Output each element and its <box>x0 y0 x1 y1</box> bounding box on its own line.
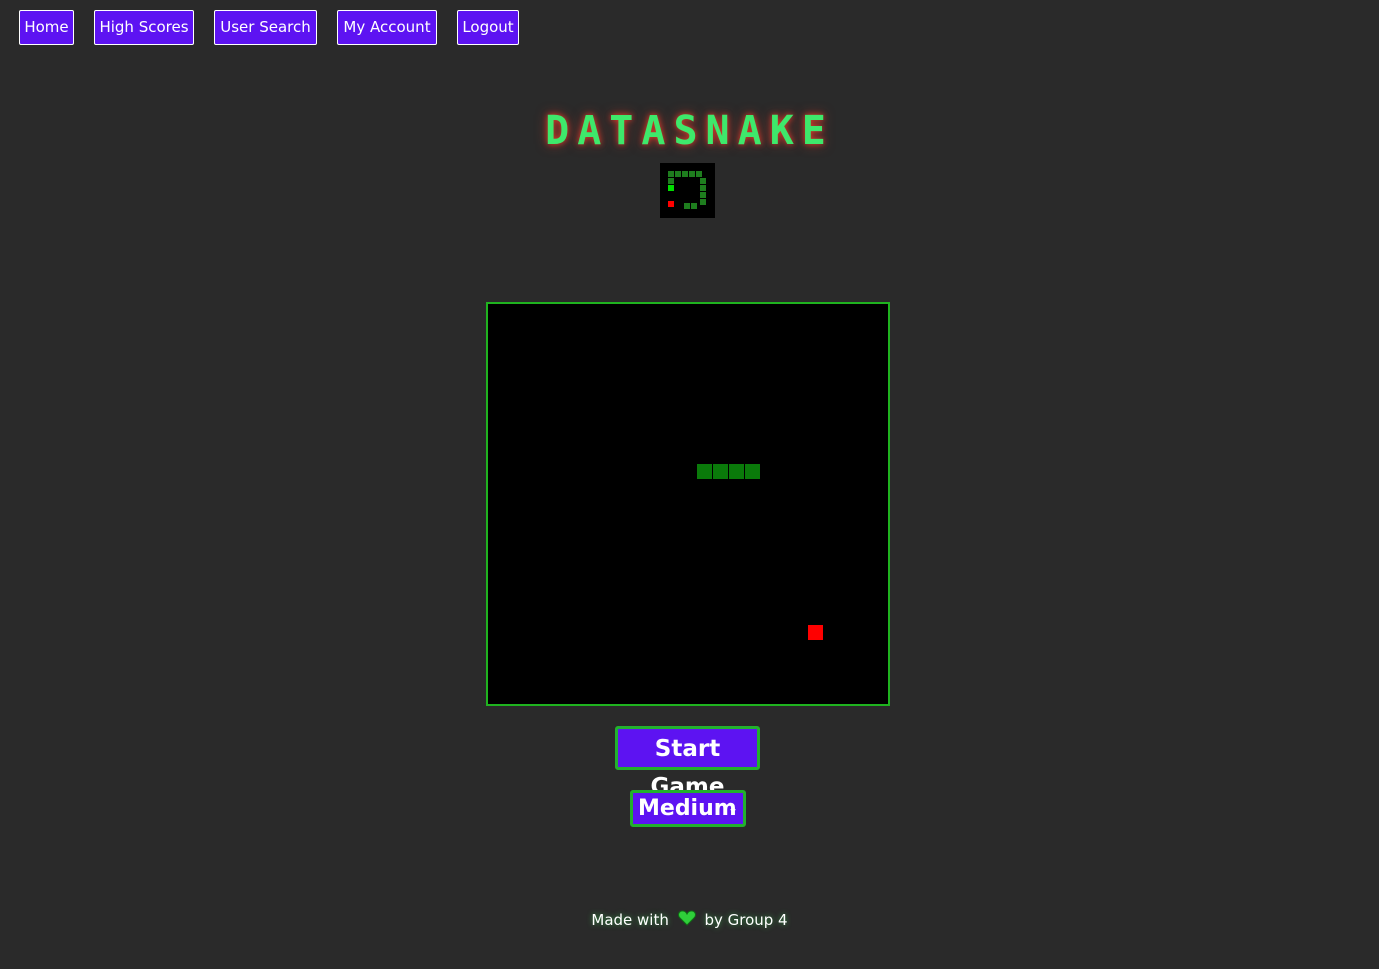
snake-segment <box>713 464 728 479</box>
nav-user-search-button[interactable]: User Search <box>214 10 317 45</box>
logo-head-cell <box>668 185 674 191</box>
logo-cell <box>689 171 695 177</box>
page: Home High Scores User Search My Account … <box>0 0 1379 969</box>
logo-cell <box>684 203 690 209</box>
page-title: DATASNAKE <box>545 108 834 154</box>
logo-cell <box>691 203 697 209</box>
logo-cell <box>700 199 706 205</box>
logo-cell <box>696 171 702 177</box>
logo-cell <box>675 171 681 177</box>
food-item <box>808 625 823 640</box>
snake-segment <box>745 464 760 479</box>
logo-apple-cell <box>668 201 674 207</box>
top-nav: Home High Scores User Search My Account … <box>0 0 1379 60</box>
heart-icon <box>677 909 696 932</box>
game-board[interactable] <box>486 302 890 706</box>
difficulty-select[interactable]: Medium ⌄ <box>630 790 746 827</box>
footer-prefix: Made with <box>591 911 669 929</box>
nav-logout-button[interactable]: Logout <box>457 10 519 45</box>
logo-cell <box>668 171 674 177</box>
nav-high-scores-button[interactable]: High Scores <box>94 10 194 45</box>
footer: Made with by Group 4 <box>0 909 1379 932</box>
snake-segment <box>697 464 712 479</box>
nav-home-button[interactable]: Home <box>19 10 74 45</box>
logo-cell <box>668 178 674 184</box>
nav-my-account-button[interactable]: My Account <box>337 10 437 45</box>
logo-cell <box>700 185 706 191</box>
logo-cell <box>700 178 706 184</box>
start-game-button[interactable]: Start Game <box>615 726 760 800</box>
snake-logo-icon <box>660 163 715 218</box>
logo-cell <box>682 171 688 177</box>
footer-suffix: by Group 4 <box>704 911 788 929</box>
snake-segment <box>729 464 744 479</box>
difficulty-select-value: Medium <box>638 796 737 821</box>
chevron-down-icon: ⌄ <box>727 801 738 815</box>
logo-cell <box>700 192 706 198</box>
